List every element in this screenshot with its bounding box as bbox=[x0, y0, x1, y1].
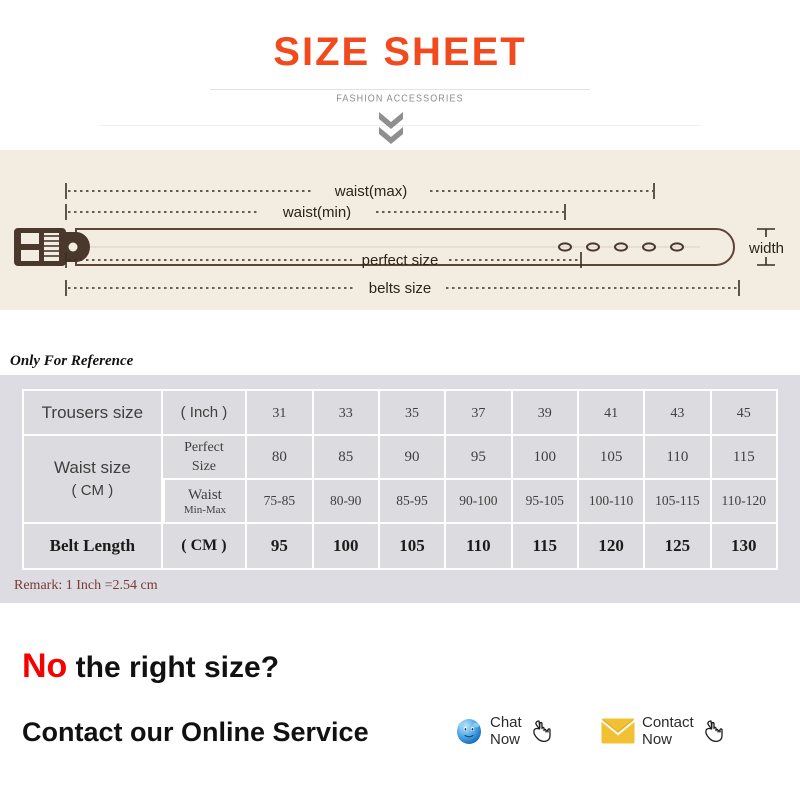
label-perfect-size: perfect size bbox=[362, 252, 439, 269]
table-cell: 110-120 bbox=[711, 480, 778, 524]
contact-now-label: Contact Now bbox=[642, 714, 694, 748]
table-cell: 75-85 bbox=[247, 480, 314, 524]
label-waist-min: waist(min) bbox=[282, 204, 351, 221]
table-cell: 45 bbox=[711, 389, 778, 436]
table-cell: 120 bbox=[578, 524, 646, 570]
table-cell: 85 bbox=[313, 436, 380, 480]
table-cell: 105-115 bbox=[645, 480, 712, 524]
cell-waist-size-label: Waist size ( CM ) bbox=[22, 436, 163, 524]
contact-section: No the right size? Contact our Online Se… bbox=[0, 603, 800, 800]
pointing-hand-icon bbox=[532, 720, 551, 743]
waist-minmax-label: Waist Min-Max bbox=[183, 486, 227, 516]
table-cell: 37 bbox=[446, 389, 513, 436]
trousers-size-label: Trousers size bbox=[41, 402, 144, 422]
table-cell: 95 bbox=[247, 524, 314, 570]
cell-trousers-label: Trousers size bbox=[22, 389, 163, 436]
table-cell: 90 bbox=[379, 436, 447, 480]
table-cell: 39 bbox=[512, 389, 579, 436]
header-subtitle: FASHION ACCESSORIES bbox=[336, 92, 464, 104]
table-cell: 115 bbox=[512, 524, 579, 570]
table-cell: 110 bbox=[645, 436, 712, 480]
cell-waist-minmax-unit: Waist Min-Max bbox=[162, 480, 248, 524]
belt-length-unit-label: ( CM ) bbox=[181, 537, 227, 554]
table-cell: 115 bbox=[711, 436, 778, 480]
chat-now-label: Chat Now bbox=[490, 714, 522, 748]
belt-length-label: Belt Length bbox=[49, 536, 136, 555]
belt-diagram-section: waist(max) waist(min) perfect size belts… bbox=[0, 150, 800, 310]
table-cell: 100 bbox=[313, 524, 380, 570]
cell-perfect-size-unit: Perfect Size bbox=[162, 436, 248, 480]
size-table: Trousers size ( Inch ) 31 33 35 37 39 41… bbox=[22, 389, 778, 570]
waist-size-label: Waist size ( CM ) bbox=[53, 457, 131, 500]
double-chevron-down-icon bbox=[379, 112, 403, 144]
headline-rest: the right size? bbox=[67, 651, 280, 684]
table-cell: 105 bbox=[578, 436, 646, 480]
table-cell: 100-110 bbox=[578, 480, 646, 524]
size-table-panel: Trousers size ( Inch ) 31 33 35 37 39 41… bbox=[0, 375, 800, 603]
contact-headline: Contact our Online Service bbox=[22, 717, 369, 747]
cell-belt-length-unit: ( CM ) bbox=[162, 524, 248, 570]
table-cell: 110 bbox=[446, 524, 513, 570]
table-cell: 95-105 bbox=[512, 480, 579, 524]
table-row-belt-length: Belt Length ( CM ) 95 100 105 110 115 12… bbox=[22, 524, 778, 570]
perfect-size-label: Perfect Size bbox=[184, 440, 224, 474]
no-word: No bbox=[22, 647, 68, 685]
table-cell: 80 bbox=[247, 436, 314, 480]
belt-diagram: waist(max) waist(min) perfect size belts… bbox=[14, 183, 784, 297]
table-cell: 35 bbox=[379, 389, 447, 436]
label-belts-size: belts size bbox=[369, 280, 432, 297]
header-divider-top bbox=[210, 89, 590, 90]
table-cell: 41 bbox=[578, 389, 646, 436]
size-sheet-page: SIZE SHEET FASHION ACCESSORIES waist(max… bbox=[0, 0, 800, 800]
table-row-trousers: Trousers size ( Inch ) 31 33 35 37 39 41… bbox=[22, 389, 778, 436]
cell-belt-length-label: Belt Length bbox=[22, 524, 163, 570]
table-cell: 43 bbox=[645, 389, 712, 436]
table-cell: 33 bbox=[313, 389, 380, 436]
table-cell: 100 bbox=[512, 436, 579, 480]
table-cell: 85-95 bbox=[379, 480, 447, 524]
headline-no-right-size: No the right size? bbox=[22, 647, 279, 686]
page-title: SIZE SHEET bbox=[273, 30, 527, 74]
table-cell: 125 bbox=[645, 524, 712, 570]
label-waist-max: waist(max) bbox=[334, 183, 408, 200]
table-cell: 80-90 bbox=[313, 480, 380, 524]
table-cell: 31 bbox=[247, 389, 314, 436]
table-cell: 130 bbox=[711, 524, 778, 570]
chat-now-button[interactable]: Chat Now bbox=[455, 706, 554, 756]
table-cell: 105 bbox=[379, 524, 447, 570]
remark-text: Remark: 1 Inch =2.54 cm bbox=[14, 578, 158, 593]
table-row-perfect-size: Waist size ( CM ) Perfect Size 80 85 90 … bbox=[22, 436, 778, 524]
cell-trousers-unit: ( Inch ) bbox=[162, 389, 248, 436]
reference-note: Only For Reference bbox=[10, 353, 134, 369]
contact-now-button[interactable]: Contact Now bbox=[601, 706, 726, 756]
belt-buckle bbox=[14, 228, 90, 266]
envelope-icon bbox=[601, 718, 635, 744]
trousers-unit-label: ( Inch ) bbox=[180, 403, 228, 421]
pointing-hand-icon bbox=[704, 720, 723, 743]
header-section: SIZE SHEET FASHION ACCESSORIES bbox=[0, 0, 800, 150]
table-cell: 90-100 bbox=[446, 480, 513, 524]
qq-chat-icon bbox=[457, 719, 481, 744]
label-width: width bbox=[748, 240, 784, 257]
table-cell: 95 bbox=[446, 436, 513, 480]
